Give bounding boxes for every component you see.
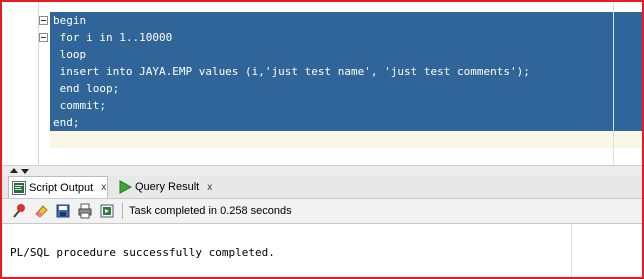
panel-splitter[interactable] — [2, 165, 642, 176]
task-status-text: Task completed in 0.258 seconds — [129, 205, 292, 217]
output-right-margin — [571, 224, 572, 277]
eraser-icon[interactable] — [30, 201, 52, 221]
run-play-icon — [118, 180, 133, 194]
code-line: loop — [53, 48, 87, 61]
toolbar-separator — [122, 203, 123, 219]
tab-script-output[interactable]: Script Output x — [8, 176, 108, 198]
collapse-down-icon[interactable] — [21, 169, 29, 174]
save-icon[interactable] — [52, 201, 74, 221]
tab-query-result-label: Query Result — [135, 181, 200, 193]
script-output-icon — [12, 180, 26, 195]
tab-query-result[interactable]: Query Result x — [118, 176, 238, 198]
fold-toggle-for-icon[interactable] — [39, 33, 48, 42]
ide-window: begin for i in 1..10000 loop insert into… — [0, 0, 644, 279]
close-icon[interactable]: x — [101, 182, 106, 193]
editor-right-margin — [613, 2, 614, 165]
code-line: for i in 1..10000 — [53, 31, 173, 44]
output-tabbar: Script Output x Query Result x — [2, 176, 642, 199]
fold-toggle-begin-icon[interactable] — [39, 16, 48, 25]
code-editor[interactable]: begin for i in 1..10000 loop insert into… — [2, 2, 642, 165]
code-line: end; — [53, 116, 80, 129]
expand-up-icon[interactable] — [10, 168, 18, 173]
close-icon[interactable]: x — [207, 182, 212, 193]
pin-icon[interactable] — [8, 201, 30, 221]
code-line: end loop; — [53, 82, 120, 95]
line-gutter — [2, 2, 39, 165]
output-message: PL/SQL procedure successfully completed. — [10, 246, 275, 259]
tab-script-output-label: Script Output — [29, 181, 94, 194]
code-line: begin — [53, 14, 87, 27]
output-toolbar: Task completed in 0.258 seconds — [2, 199, 642, 224]
code-line: insert into JAYA.EMP values (i,'just tes… — [53, 65, 530, 78]
code-line: commit; — [53, 99, 106, 112]
script-output-pane[interactable]: PL/SQL procedure successfully completed. — [2, 224, 642, 277]
current-line-highlight — [50, 131, 642, 148]
export-icon[interactable] — [96, 201, 118, 221]
print-icon[interactable] — [74, 201, 96, 221]
